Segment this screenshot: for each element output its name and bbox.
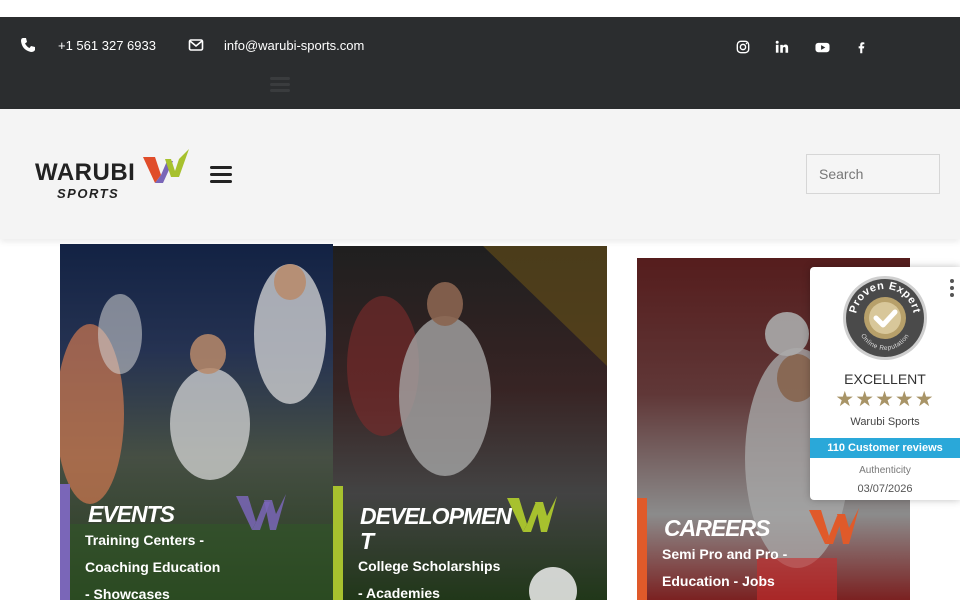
email-contact[interactable]: info@warubi-sports.com xyxy=(188,37,364,53)
envelope-icon xyxy=(188,39,204,51)
hamburger-menu-icon xyxy=(270,77,290,95)
warubi-logo[interactable]: WARUBI SPORTS xyxy=(35,149,195,209)
logo-text: WARUBI xyxy=(35,159,136,186)
hamburger-menu-icon[interactable] xyxy=(210,166,232,184)
proven-expert-seal-icon: Proven Expert Online Reputation xyxy=(843,276,927,360)
development-w-icon xyxy=(507,496,557,532)
top-contact-bar: +1 561 327 6933 info@warubi-sports.com xyxy=(0,17,960,109)
careers-accent-bar xyxy=(637,498,647,600)
reviews-count-link[interactable]: 110 Customer reviews xyxy=(810,438,960,458)
development-subtitle: College Scholarships - Academies xyxy=(358,553,500,600)
linkedin-icon[interactable] xyxy=(774,39,790,55)
development-title-line-1: DEVELOPMEN xyxy=(360,503,512,529)
rating-stars: ★★★★★ xyxy=(835,388,935,411)
logo-subtext: SPORTS xyxy=(57,186,120,201)
events-w-icon xyxy=(236,494,286,530)
more-options-icon[interactable] xyxy=(950,279,954,300)
development-title[interactable]: DEVELOPMEN T xyxy=(360,503,512,554)
authenticity-label: Authenticity xyxy=(859,465,911,476)
phone-number[interactable]: +1 561 327 6933 xyxy=(58,38,156,53)
proven-expert-badge[interactable]: Proven Expert Online Reputation EXCELLEN… xyxy=(810,267,960,500)
phone-icon xyxy=(21,38,35,52)
youtube-icon[interactable] xyxy=(814,39,830,55)
careers-w-icon xyxy=(809,508,859,544)
careers-title[interactable]: CAREERS xyxy=(664,516,770,541)
careers-line-2: Education - Jobs xyxy=(662,573,775,589)
development-line-2: - Academies xyxy=(358,585,440,600)
site-header: WARUBI SPORTS xyxy=(0,109,960,239)
rating-label: EXCELLENT xyxy=(844,371,926,387)
events-line-1: Training Centers - xyxy=(85,532,205,548)
company-name: Warubi Sports xyxy=(850,416,920,428)
development-accent-bar xyxy=(333,486,343,600)
instagram-icon[interactable] xyxy=(735,39,751,55)
development-title-line-2: T xyxy=(360,528,374,554)
search-input[interactable] xyxy=(806,154,940,194)
events-line-3: - Showcases xyxy=(85,586,170,600)
events-accent-bar xyxy=(60,484,70,600)
events-subtitle: Training Centers - Coaching Education - … xyxy=(85,527,220,600)
events-title[interactable]: EVENTS xyxy=(88,502,175,527)
events-card[interactable]: EVENTS Training Centers - Coaching Educa… xyxy=(60,244,333,600)
development-card[interactable]: DEVELOPMEN T College Scholarships - Acad… xyxy=(333,246,607,600)
events-line-2: Coaching Education xyxy=(85,559,221,575)
warubi-w-logo-icon xyxy=(143,149,189,183)
phone-contact[interactable]: +1 561 327 6933 xyxy=(20,37,156,53)
facebook-icon[interactable] xyxy=(853,39,869,55)
badge-date: 03/07/2026 xyxy=(857,483,913,495)
development-line-1: College Scholarships xyxy=(358,558,501,574)
email-address[interactable]: info@warubi-sports.com xyxy=(224,38,364,53)
careers-subtitle: Semi Pro and Pro - Education - Jobs xyxy=(662,541,787,595)
careers-line-1: Semi Pro and Pro - xyxy=(662,546,788,562)
